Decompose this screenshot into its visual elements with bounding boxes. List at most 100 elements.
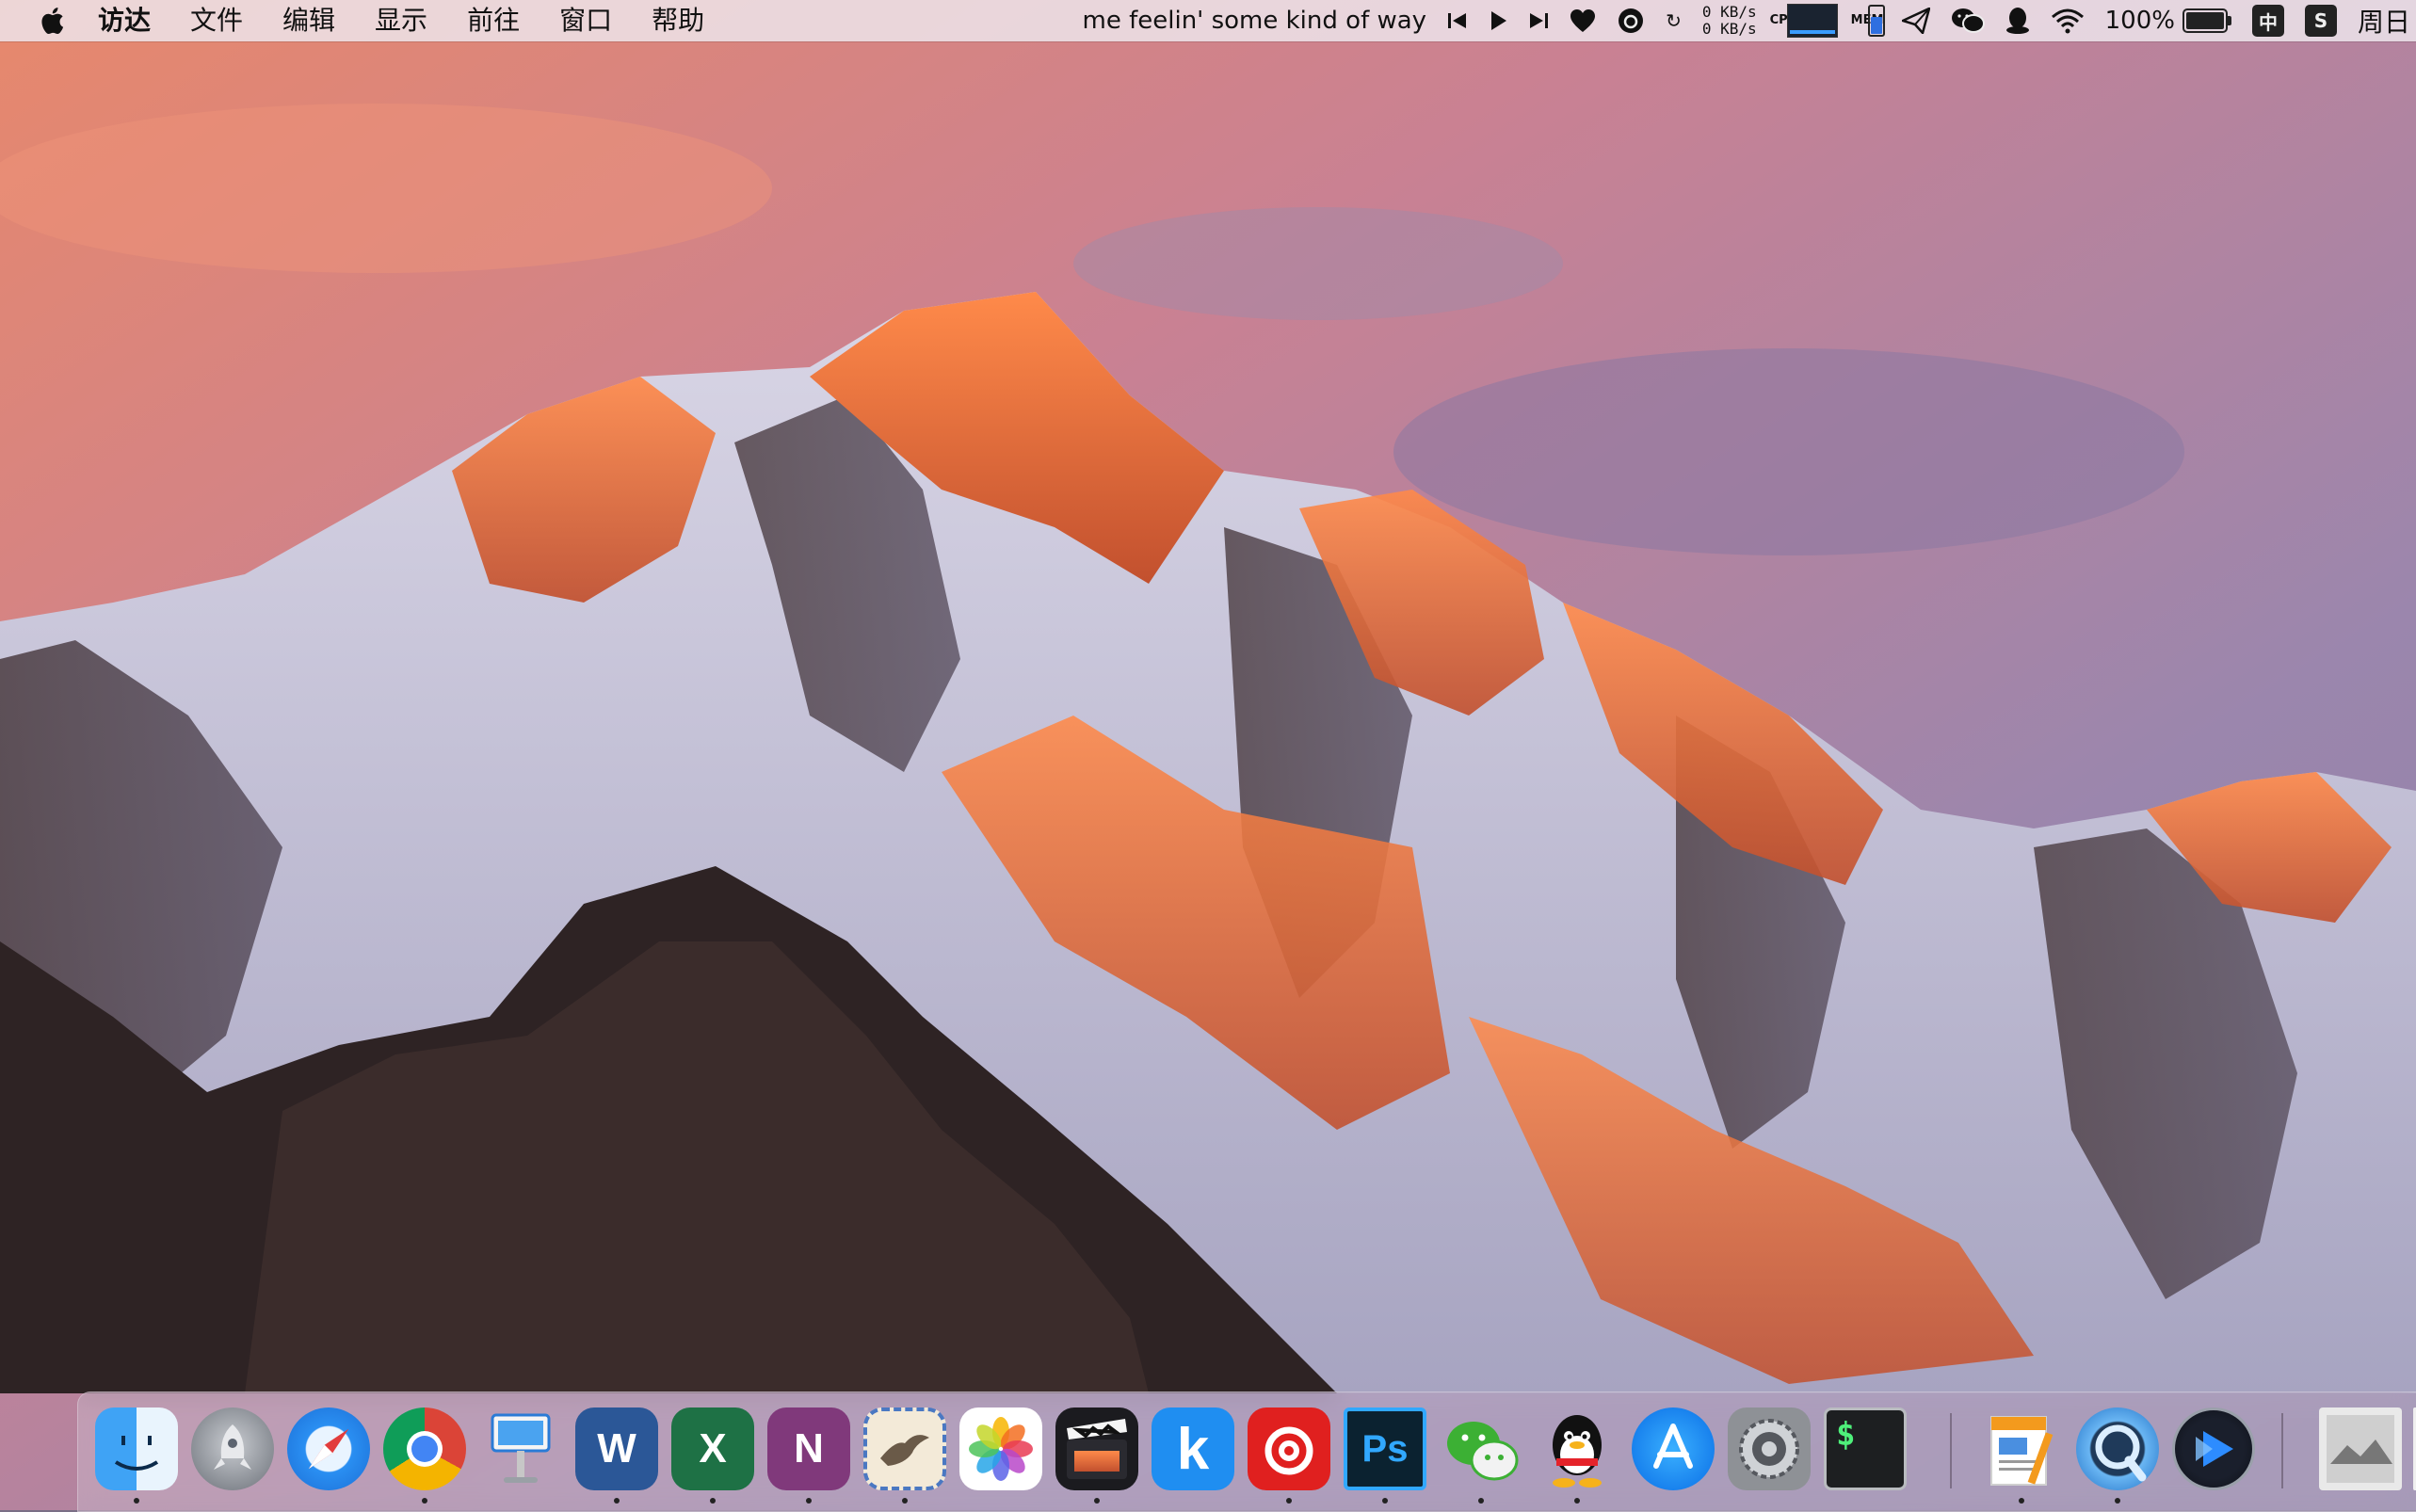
status-menu-area: me feelin' some kind of way ↻ 0 KB/s 0 K… — [1083, 0, 2416, 41]
qq-penguin-icon — [1553, 1415, 1602, 1488]
wechat-bubbles-icon — [1447, 1422, 1519, 1481]
dock-quicktime-icon[interactable] — [2076, 1407, 2159, 1490]
compass-icon — [308, 1428, 349, 1470]
onenote-letter: N — [794, 1425, 824, 1472]
dock: W X N k Ps $ — [77, 1391, 2416, 1512]
qq-status-icon[interactable] — [2005, 0, 2030, 41]
mail-running-indicator — [902, 1498, 908, 1504]
network-upload-speed: 0 KB/s — [1701, 3, 1757, 21]
desktop-wallpaper — [0, 0, 2416, 1510]
dock-terminal-icon[interactable]: $ — [1824, 1407, 1907, 1490]
dock-keynote-icon[interactable] — [479, 1407, 562, 1490]
dock-word-icon[interactable]: W — [575, 1407, 658, 1490]
battery-icon[interactable] — [2182, 8, 2231, 33]
infuse-play-icon — [2196, 1431, 2233, 1467]
quicktime-q-icon — [2095, 1424, 2147, 1482]
memory-usage-bar[interactable] — [1867, 5, 1885, 37]
apple-logo-glyph — [41, 8, 64, 35]
dock-qq-icon[interactable] — [1536, 1407, 1619, 1490]
finder-running-indicator — [134, 1498, 139, 1504]
word-running-indicator — [614, 1498, 620, 1504]
wechat-status-icon[interactable] — [1951, 0, 1985, 41]
dock-app-store-icon[interactable] — [1632, 1407, 1715, 1490]
quicktime-running-indicator — [2115, 1498, 2120, 1504]
dock-final-cut-icon[interactable] — [1055, 1407, 1138, 1490]
dock-system-preferences-icon[interactable] — [1728, 1407, 1811, 1490]
app-store-a-icon — [1653, 1424, 1693, 1469]
wifi-icon[interactable] — [2051, 0, 2085, 41]
dock-k-app-icon[interactable]: k — [1152, 1407, 1234, 1490]
input-method-icon[interactable]: 中 — [2251, 0, 2284, 41]
dock-netease-music-icon[interactable] — [1248, 1407, 1330, 1490]
clapperboard-icon — [1067, 1419, 1127, 1479]
menu-file[interactable]: 文件 — [190, 0, 243, 41]
chrome-logo-icon — [407, 1431, 443, 1467]
terminal-prompt: $ — [1836, 1416, 1856, 1454]
repeat-icon[interactable]: ↻ — [1666, 0, 1682, 41]
pages-running-indicator — [2019, 1498, 2024, 1504]
dock-infuse-icon[interactable] — [2172, 1407, 2255, 1490]
apple-logo-icon[interactable] — [38, 7, 66, 35]
menu-finder[interactable]: 访达 — [98, 0, 151, 41]
finder-face-icon — [114, 1436, 159, 1471]
play-icon[interactable] — [1489, 0, 1507, 41]
menu-bar: 访达 文件 编辑 显示 前往 窗口 帮助 me feelin' some kin… — [0, 0, 2416, 41]
podium-icon — [491, 1413, 551, 1483]
paper-plane-icon[interactable] — [1901, 0, 1930, 41]
now-playing-title[interactable]: me feelin' some kind of way — [1083, 7, 1427, 35]
stack-thumbnail-icon — [2327, 1415, 2394, 1483]
network-download-speed: 0 KB/s — [1701, 20, 1757, 38]
network-speed-monitor[interactable]: 0 KB/s 0 KB/s — [1702, 4, 1757, 38]
dock-onenote-icon[interactable]: N — [767, 1407, 850, 1490]
menu-help[interactable]: 帮助 — [652, 0, 704, 41]
photos-flower-icon — [969, 1417, 1033, 1481]
gear-icon — [1739, 1419, 1799, 1479]
menu-edit[interactable]: 编辑 — [282, 0, 335, 41]
word-letter: W — [597, 1425, 636, 1472]
menu-go[interactable]: 前往 — [467, 0, 520, 41]
dock-separator-2 — [2281, 1413, 2283, 1488]
dock-finder-icon[interactable] — [95, 1407, 178, 1490]
final-cut-running-indicator — [1094, 1498, 1100, 1504]
rocket-icon — [214, 1424, 251, 1470]
dock-excel-icon[interactable]: X — [671, 1407, 754, 1490]
dock-mail-icon[interactable] — [863, 1407, 946, 1490]
pages-document-icon — [1990, 1416, 2054, 1486]
cpu-label: CPU — [1769, 13, 1798, 27]
battery-percentage[interactable]: 100% — [2105, 7, 2175, 35]
menu-view[interactable]: 显示 — [375, 0, 427, 41]
onenote-running-indicator — [806, 1498, 812, 1504]
cpu-usage-graph[interactable] — [1786, 4, 1838, 38]
dock-downloads-stack-icon[interactable] — [2319, 1407, 2402, 1490]
sogou-glyph-icon: S — [2304, 5, 2337, 37]
dock-launchpad-icon[interactable] — [191, 1407, 274, 1490]
wallpaper-mountain-image — [0, 0, 2416, 1510]
dock-pages-icon[interactable] — [1980, 1407, 2063, 1490]
photoshop-letters: Ps — [1361, 1427, 1409, 1470]
excel-letter: X — [699, 1425, 727, 1472]
k-app-letter: k — [1176, 1416, 1210, 1482]
input-method-label: 中 — [2251, 5, 2284, 37]
heart-icon[interactable] — [1570, 0, 1596, 41]
menu-window[interactable]: 窗口 — [559, 0, 612, 41]
previous-track-icon[interactable] — [1447, 0, 1468, 41]
dock-photoshop-icon[interactable]: Ps — [1344, 1407, 1426, 1490]
photoshop-running-indicator — [1382, 1498, 1388, 1504]
dock-chrome-icon[interactable] — [383, 1407, 466, 1490]
dock-wechat-icon[interactable] — [1440, 1407, 1522, 1490]
sogou-input-icon[interactable]: S — [2304, 0, 2337, 41]
netease-running-indicator — [1286, 1498, 1292, 1504]
eagle-stamp-icon — [880, 1435, 929, 1466]
next-track-icon[interactable] — [1528, 0, 1549, 41]
netease-music-status-icon[interactable] — [1617, 0, 1645, 41]
wechat-running-indicator — [1478, 1498, 1484, 1504]
netease-logo-icon — [1264, 1426, 1313, 1475]
excel-running-indicator — [710, 1498, 716, 1504]
dock-separator — [1950, 1413, 1952, 1488]
qq-running-indicator — [1574, 1498, 1580, 1504]
memory-label: MEM — [1850, 13, 1884, 27]
dock-photos-icon[interactable] — [959, 1407, 1042, 1490]
dock-safari-icon[interactable] — [287, 1407, 370, 1490]
menu-clock[interactable]: 周日 — [2358, 2, 2410, 40]
chrome-running-indicator — [422, 1498, 427, 1504]
